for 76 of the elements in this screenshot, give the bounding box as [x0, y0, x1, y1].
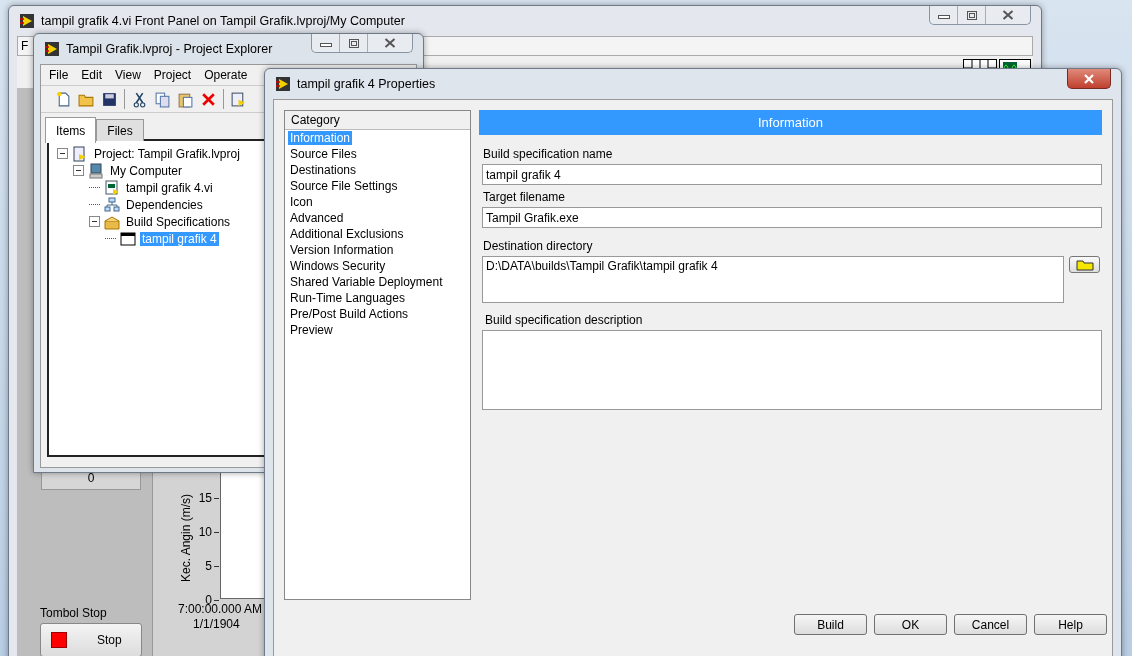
tab[interactable]: Items: [45, 117, 97, 143]
close-button[interactable]: [1067, 69, 1111, 89]
vi-file-icon: [104, 179, 120, 196]
category-item[interactable]: Advanced: [288, 211, 346, 225]
folder-icon: [1075, 258, 1094, 271]
menu-item[interactable]: F: [21, 39, 29, 53]
save-icon[interactable]: [101, 90, 118, 108]
field-label: Target filename: [483, 190, 567, 204]
category-item[interactable]: Pre/Post Build Actions: [288, 307, 411, 321]
computer-icon: [88, 162, 104, 179]
collapse-icon[interactable]: [89, 216, 100, 227]
x-tick-label: 1/1/1904: [193, 617, 240, 631]
tick-mark: [214, 600, 219, 601]
y-tick-label: 5: [205, 560, 212, 573]
collapse-icon[interactable]: [73, 165, 84, 176]
menu-item[interactable]: File: [49, 68, 76, 82]
collapse-icon[interactable]: [57, 148, 68, 159]
menu-item[interactable]: View: [115, 68, 148, 82]
dialog-button[interactable]: Help: [1034, 614, 1107, 635]
field-label: Destination directory: [483, 239, 594, 253]
application-window-icon: [120, 230, 136, 247]
list-header: Category: [285, 111, 470, 130]
path-field[interactable]: D:\DATA\builds\Tampil Grafik\tampil grafik 4: [482, 256, 1064, 303]
browse-button[interactable]: [1069, 256, 1100, 273]
category-item[interactable]: Icon: [288, 195, 315, 209]
category-item[interactable]: Run-Time Languages: [288, 291, 407, 305]
window-title: tampil grafik 4.vi Front Panel on Tampil Grafik.lvproj/My Computer: [41, 14, 405, 28]
tab[interactable]: Files: [96, 119, 144, 141]
y-axis-label: Kec. Angin (m/s): [179, 493, 193, 582]
category-item[interactable]: Source File Settings: [288, 179, 400, 193]
dialog-button[interactable]: OK: [874, 614, 947, 635]
dialog-button[interactable]: Build: [794, 614, 867, 635]
menu-item[interactable]: Project: [153, 68, 199, 82]
close-icon[interactable]: [1002, 10, 1014, 20]
tree-item[interactable]: Project: Tampil Grafik.lvproj: [92, 146, 242, 161]
stop-button[interactable]: Stop: [40, 623, 142, 656]
tree-item[interactable]: My Computer: [108, 163, 185, 178]
labview-icon: [19, 13, 35, 29]
category-item[interactable]: Source Files: [288, 147, 359, 161]
dialog-button[interactable]: Cancel: [954, 614, 1027, 635]
cut-icon[interactable]: [131, 90, 148, 108]
project-icon: [72, 145, 88, 162]
tick-mark: [214, 566, 219, 567]
category-item[interactable]: Additional Exclusions: [288, 227, 406, 241]
copy-icon[interactable]: [154, 90, 171, 108]
y-tick-label: 10: [198, 526, 212, 539]
category-item[interactable]: Windows Security: [288, 259, 388, 273]
tick-mark: [214, 532, 219, 533]
category-item[interactable]: Shared Variable Deployment: [288, 275, 445, 289]
category-item[interactable]: Destinations: [288, 163, 359, 177]
menu-item[interactable]: Operate: [204, 68, 255, 82]
tree-item[interactable]: Dependencies: [124, 197, 205, 212]
category-item[interactable]: Preview: [288, 323, 335, 337]
tree-item[interactable]: tampil grafik 4.vi: [124, 180, 215, 195]
section-header: Information: [479, 110, 1102, 135]
window-title: tampil grafik 4 Properties: [297, 77, 436, 91]
text-field[interactable]: tampil grafik 4: [482, 164, 1102, 185]
y-tick-label: 15: [198, 492, 212, 505]
menu-item[interactable]: Edit: [81, 68, 110, 82]
tick-mark: [214, 498, 219, 499]
project-icon[interactable]: [230, 90, 247, 108]
dependencies-icon: [104, 196, 120, 213]
category-item[interactable]: Version Information: [288, 243, 396, 257]
labview-icon: [275, 76, 291, 92]
stop-label: Tombol Stop: [40, 606, 107, 620]
field-label: Build specification name: [483, 147, 614, 161]
maximize-icon[interactable]: [348, 38, 359, 48]
field-label: Build specification description: [485, 313, 644, 327]
tree-item[interactable]: Build Specifications: [124, 214, 233, 229]
close-icon[interactable]: [384, 38, 396, 48]
new-file-icon[interactable]: [55, 90, 72, 108]
text-field[interactable]: Tampil Grafik.exe: [482, 207, 1102, 228]
description-field[interactable]: [482, 330, 1102, 410]
window-title: Tampil Grafik.lvproj - Project Explorer: [66, 42, 273, 56]
labview-icon: [44, 41, 60, 57]
maximize-icon[interactable]: [966, 10, 977, 20]
